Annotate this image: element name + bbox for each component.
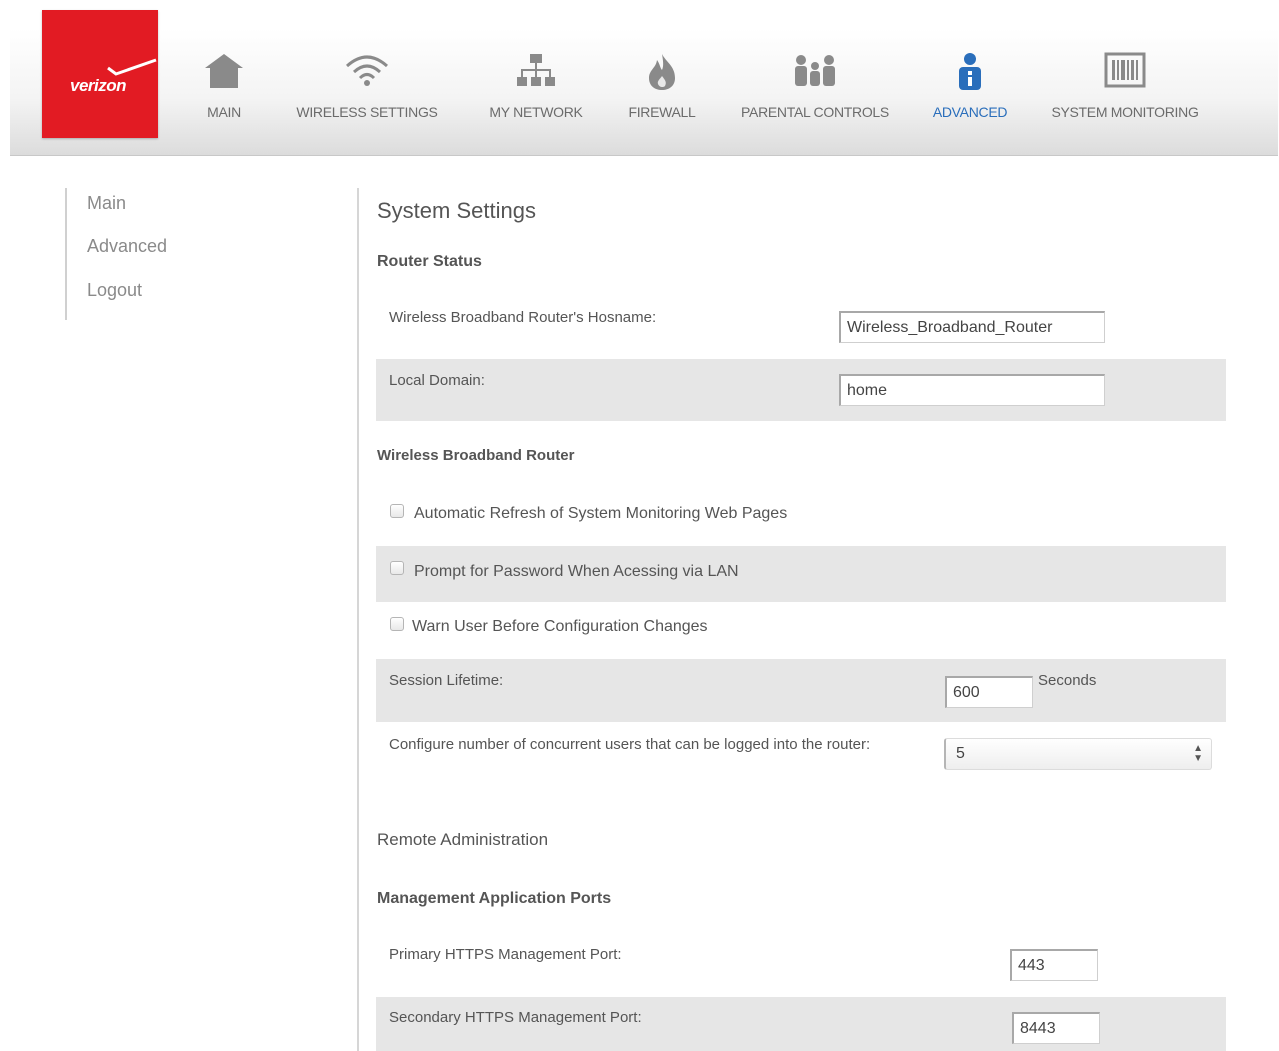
local-domain-input[interactable] <box>839 374 1105 406</box>
prompt-password-checkbox[interactable] <box>390 561 404 575</box>
sidebar: Main Advanced Logout <box>65 188 265 320</box>
nav-firewall[interactable]: FIREWALL <box>622 28 702 156</box>
page-title: System Settings <box>377 198 536 223</box>
router-status-heading: Router Status <box>377 253 482 270</box>
session-lifetime-label: Session Lifetime: <box>389 672 504 689</box>
nav-parental-controls[interactable]: PARENTAL CONTROLS <box>730 28 900 156</box>
secondary-https-port-input[interactable] <box>1012 1012 1100 1044</box>
nav-firewall-label: FIREWALL <box>628 104 696 120</box>
nav-my-network[interactable]: MY NETWORK <box>478 28 594 156</box>
remote-administration-heading[interactable]: Remote Administration <box>377 830 548 850</box>
nav-wireless-settings-label: WIRELESS SETTINGS <box>296 104 438 120</box>
wifi-icon <box>344 52 390 91</box>
sidebar-item-main[interactable]: Main <box>87 193 126 214</box>
session-lifetime-input[interactable] <box>945 676 1033 708</box>
advanced-user-icon <box>955 52 985 95</box>
nav-main[interactable]: MAIN <box>186 28 262 156</box>
content-divider <box>357 188 359 1051</box>
primary-https-port-label: Primary HTTPS Management Port: <box>389 946 622 963</box>
warn-user-checkbox[interactable] <box>390 617 404 631</box>
top-nav-bar: MAIN WIRELESS SETTINGS MY NETWORK FIREWA… <box>10 28 1278 156</box>
nav-system-monitoring[interactable]: SYSTEM MONITORING <box>1040 28 1210 156</box>
home-icon <box>203 52 245 93</box>
session-lifetime-unit: Seconds <box>1038 672 1097 689</box>
network-icon <box>516 52 556 93</box>
session-lifetime-row <box>376 659 1226 722</box>
verizon-logo[interactable]: verizon <box>42 10 158 138</box>
local-domain-label: Local Domain: <box>389 372 485 389</box>
nav-wireless-settings[interactable]: WIRELESS SETTINGS <box>286 28 448 156</box>
nav-advanced-label: ADVANCED <box>932 104 1008 120</box>
select-arrows-icon: ▲ ▼ <box>1193 743 1203 764</box>
family-icon <box>792 52 838 93</box>
sidebar-item-advanced[interactable]: Advanced <box>87 236 167 257</box>
monitor-icon <box>1104 52 1146 93</box>
flame-icon <box>645 52 679 95</box>
warn-user-label: Warn User Before Configuration Changes <box>412 618 708 635</box>
auto-refresh-label: Automatic Refresh of System Monitoring W… <box>414 505 788 522</box>
prompt-password-label: Prompt for Password When Acessing via LA… <box>414 563 739 580</box>
wireless-broadband-router-heading: Wireless Broadband Router <box>377 447 575 464</box>
nav-advanced[interactable]: ADVANCED <box>922 28 1018 156</box>
nav-system-monitoring-label: SYSTEM MONITORING <box>1051 104 1199 120</box>
sidebar-item-logout[interactable]: Logout <box>87 280 142 301</box>
management-ports-heading: Management Application Ports <box>377 890 612 907</box>
concurrent-users-label: Configure number of concurrent users tha… <box>389 736 871 753</box>
nav-parental-controls-label: PARENTAL CONTROLS <box>741 104 889 120</box>
logo-text: verizon <box>70 76 127 95</box>
auto-refresh-checkbox[interactable] <box>390 504 404 518</box>
secondary-https-port-label: Secondary HTTPS Management Port: <box>389 1009 642 1026</box>
nav-my-network-label: MY NETWORK <box>489 104 583 120</box>
concurrent-users-select[interactable]: 5 ▲ ▼ <box>944 738 1212 770</box>
hostname-label: Wireless Broadband Router's Hosname: <box>389 309 657 326</box>
nav-main-label: MAIN <box>207 104 241 120</box>
hostname-input[interactable] <box>839 311 1105 343</box>
primary-https-port-input[interactable] <box>1010 949 1098 981</box>
concurrent-users-value: 5 <box>956 745 965 762</box>
logo-check-icon <box>107 58 157 76</box>
